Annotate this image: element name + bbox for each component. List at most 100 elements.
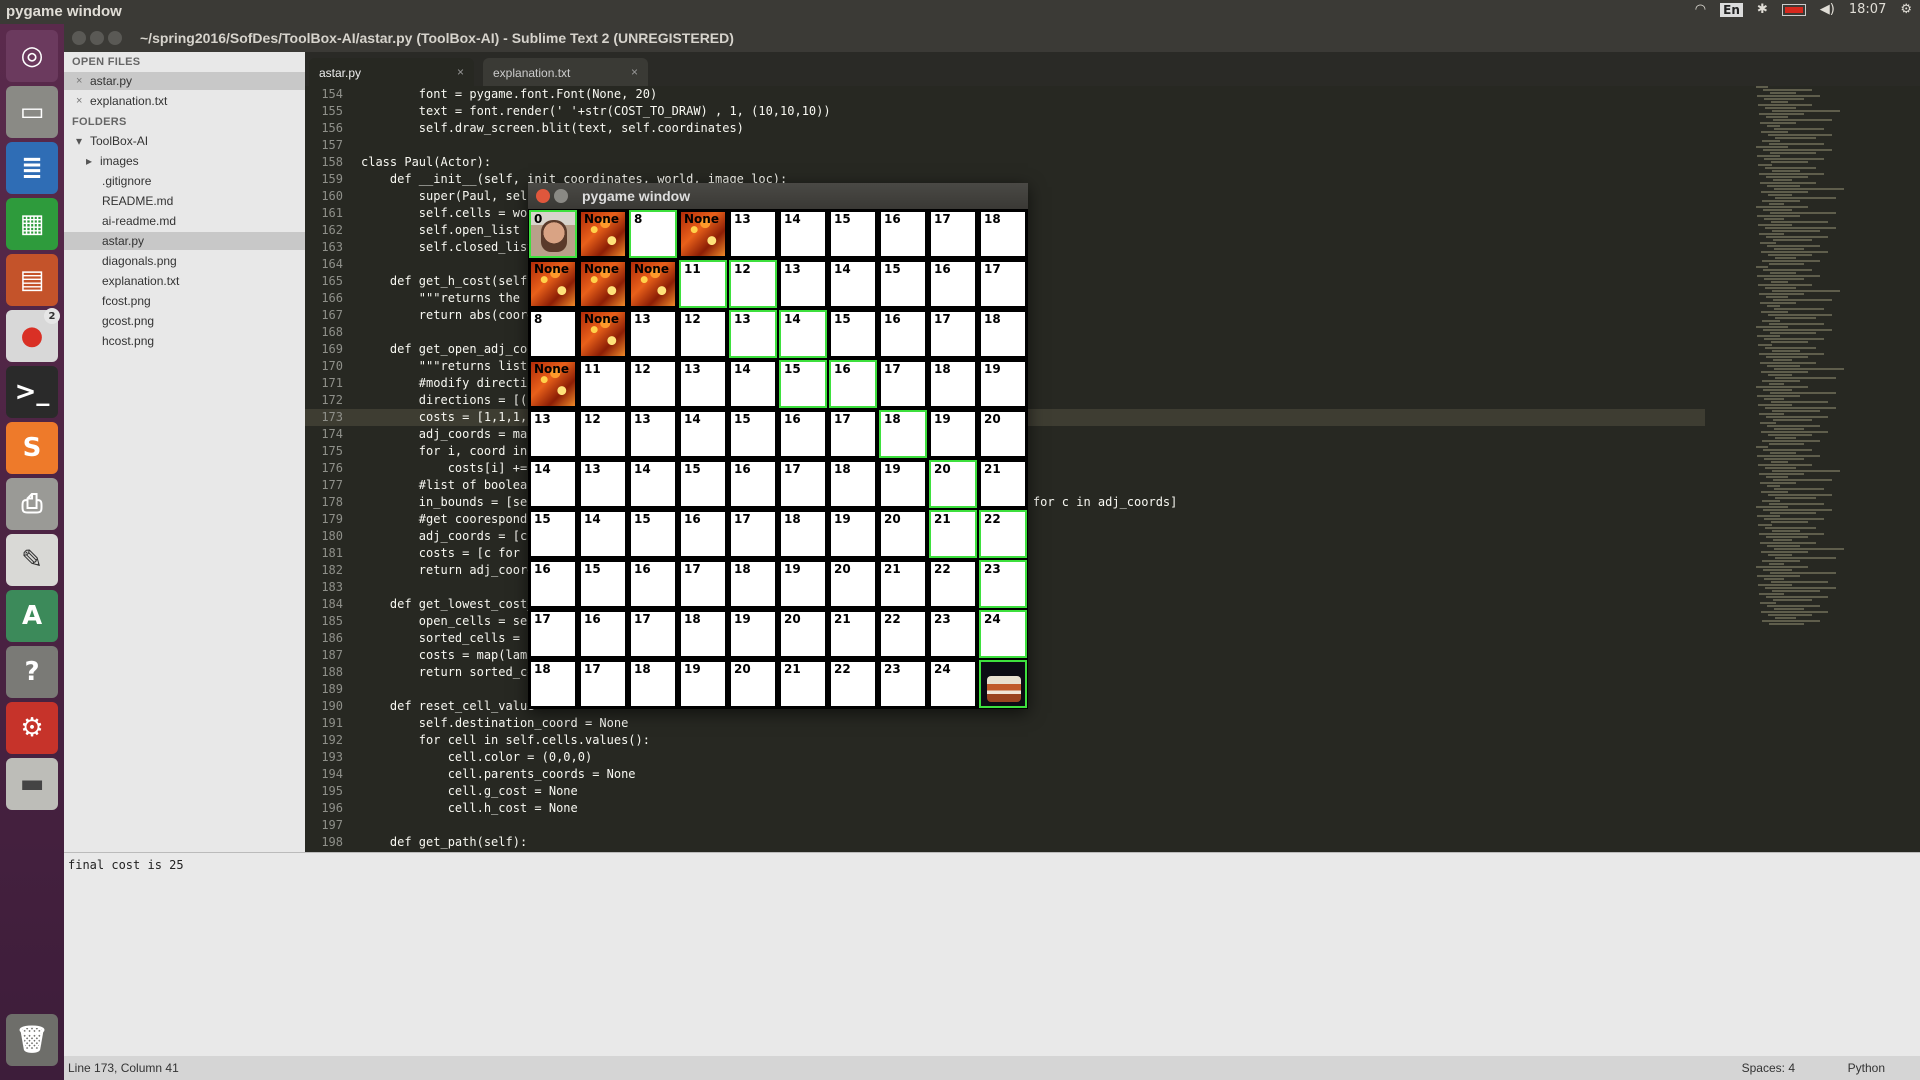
file-item[interactable]: README.md bbox=[64, 192, 305, 210]
code-line[interactable]: 169 def get_open_adj_coo bbox=[305, 341, 534, 358]
grid-cell[interactable]: 17 bbox=[729, 510, 777, 558]
code-line[interactable]: 193 cell.color = (0,0,0) bbox=[305, 749, 592, 766]
open-file-item[interactable]: × explanation.txt bbox=[64, 92, 305, 110]
code-line[interactable]: 174 adj_coords = map bbox=[305, 426, 534, 443]
clock[interactable]: 18:07 bbox=[1849, 2, 1886, 17]
code-line[interactable]: 158 class Paul(Actor): bbox=[305, 154, 491, 171]
text-editor-icon[interactable]: ✎ bbox=[6, 534, 58, 586]
grid-cell[interactable]: 15 bbox=[829, 210, 877, 258]
battery-icon[interactable] bbox=[1781, 3, 1806, 16]
grid-cell[interactable]: 18 bbox=[629, 660, 677, 708]
grid-cell[interactable]: 14 bbox=[679, 410, 727, 458]
ubuntu-dash-icon[interactable]: ◎ bbox=[6, 30, 58, 82]
grid-cell[interactable]: 14 bbox=[629, 460, 677, 508]
grid-cell[interactable]: 20 bbox=[779, 610, 827, 658]
open-file-item[interactable]: × astar.py bbox=[64, 72, 305, 90]
code-line[interactable]: 164 bbox=[305, 256, 361, 273]
grid-cell[interactable]: 8 bbox=[629, 210, 677, 258]
grid-cell[interactable]: 15 bbox=[679, 460, 727, 508]
grid-cell[interactable]: 12 bbox=[679, 310, 727, 358]
code-line[interactable]: 171 #modify directic bbox=[305, 375, 534, 392]
grid-cell[interactable]: 19 bbox=[929, 410, 977, 458]
folder-item-images[interactable]: ▸ images bbox=[64, 152, 305, 170]
grid-cell[interactable]: 8 bbox=[529, 310, 577, 358]
code-line[interactable]: 185 open_cells = sel bbox=[305, 613, 534, 630]
grid-cell[interactable]: 23 bbox=[979, 560, 1027, 608]
file-item[interactable]: ai-readme.md bbox=[64, 212, 305, 230]
grid-cell[interactable]: 17 bbox=[679, 560, 727, 608]
lava-cell[interactable]: None bbox=[679, 210, 727, 258]
bluetooth-icon[interactable]: ✱ bbox=[1757, 2, 1768, 17]
grid-cell[interactable]: 17 bbox=[879, 360, 927, 408]
code-line[interactable]: 189 bbox=[305, 681, 361, 698]
code-line[interactable]: 162 self.open_list bbox=[305, 222, 520, 239]
grid-cell[interactable]: 11 bbox=[679, 260, 727, 308]
code-line[interactable]: 198 def get_path(self): bbox=[305, 834, 527, 851]
trash-icon[interactable]: 🗑 bbox=[6, 1014, 58, 1066]
grid-cell[interactable]: 19 bbox=[729, 610, 777, 658]
lava-cell[interactable]: None bbox=[579, 310, 627, 358]
grid-cell[interactable]: 18 bbox=[729, 560, 777, 608]
code-line[interactable]: 165 def get_h_cost(self, bbox=[305, 273, 534, 290]
tab-close-icon[interactable]: × bbox=[457, 65, 464, 79]
code-line[interactable]: 188 return sorted_ce bbox=[305, 664, 534, 681]
grid-cell[interactable]: 17 bbox=[779, 460, 827, 508]
lava-cell[interactable]: None bbox=[529, 260, 577, 308]
file-manager-icon[interactable]: ▭ bbox=[6, 86, 58, 138]
grid-cell[interactable]: 18 bbox=[929, 360, 977, 408]
grid-cell[interactable]: 12 bbox=[579, 410, 627, 458]
code-line[interactable]: 179 #get coorespondi bbox=[305, 511, 534, 528]
grid-cell[interactable]: 20 bbox=[929, 460, 977, 508]
code-line[interactable]: 161 self.cells = wor bbox=[305, 205, 534, 222]
grid-cell[interactable]: 18 bbox=[979, 310, 1027, 358]
code-line[interactable]: 180 adj_coords = [c bbox=[305, 528, 527, 545]
code-line[interactable]: 187 costs = map(lamb bbox=[305, 647, 534, 664]
grid-cell[interactable]: 13 bbox=[629, 310, 677, 358]
settings-gear-icon[interactable]: ⚙ bbox=[1900, 2, 1912, 17]
grid-cell[interactable]: 19 bbox=[779, 560, 827, 608]
code-line[interactable]: 160 super(Paul, self bbox=[305, 188, 534, 205]
grid-cell[interactable]: 16 bbox=[679, 510, 727, 558]
grid-cell[interactable]: 12 bbox=[729, 260, 777, 308]
file-item[interactable]: .gitignore bbox=[64, 172, 305, 190]
impress-icon[interactable]: ▤ bbox=[6, 254, 58, 306]
grid-cell[interactable]: 16 bbox=[929, 260, 977, 308]
calc-icon[interactable]: ▦ bbox=[6, 198, 58, 250]
grid-cell[interactable]: 21 bbox=[829, 610, 877, 658]
close-window-icon[interactable] bbox=[72, 31, 86, 45]
disclosure-open-icon[interactable]: ▾ bbox=[76, 132, 82, 150]
grid-cell[interactable]: 17 bbox=[529, 610, 577, 658]
lava-cell[interactable]: None bbox=[629, 260, 677, 308]
code-line[interactable]: 191 self.destination_coord = None bbox=[305, 715, 628, 732]
disk-drive-icon[interactable]: ▬ bbox=[6, 758, 58, 810]
grid-cell[interactable]: 15 bbox=[829, 310, 877, 358]
close-window-icon[interactable] bbox=[536, 189, 550, 203]
grid-cell[interactable]: 16 bbox=[529, 560, 577, 608]
code-line[interactable]: 195 cell.g_cost = None bbox=[305, 783, 577, 800]
lava-cell[interactable]: None bbox=[579, 210, 627, 258]
volume-icon[interactable]: ◀) bbox=[1820, 2, 1835, 17]
grid-cell[interactable]: 15 bbox=[729, 410, 777, 458]
grid-cell[interactable]: 17 bbox=[579, 660, 627, 708]
close-file-icon[interactable]: × bbox=[76, 92, 82, 110]
code-line[interactable]: 166 """returns the h bbox=[305, 290, 534, 307]
grid-cell[interactable]: 13 bbox=[729, 210, 777, 258]
pygame-title-bar[interactable]: pygame window bbox=[528, 183, 1028, 209]
file-item[interactable]: hcost.png bbox=[64, 332, 305, 350]
grid-cell[interactable]: 23 bbox=[929, 610, 977, 658]
file-item[interactable]: gcost.png bbox=[64, 312, 305, 330]
maximize-window-icon[interactable] bbox=[108, 31, 122, 45]
code-line[interactable]: 168 bbox=[305, 324, 361, 341]
goal-cell[interactable] bbox=[979, 660, 1027, 708]
file-item[interactable]: fcost.png bbox=[64, 292, 305, 310]
code-line[interactable]: 157 bbox=[305, 137, 361, 154]
grid-cell[interactable]: 23 bbox=[879, 660, 927, 708]
grid-cell[interactable]: 18 bbox=[829, 460, 877, 508]
grid-cell[interactable]: 13 bbox=[529, 410, 577, 458]
close-file-icon[interactable]: × bbox=[76, 72, 82, 90]
build-output-panel[interactable]: final cost is 25 bbox=[64, 852, 1920, 1056]
grid-cell[interactable]: 21 bbox=[879, 560, 927, 608]
help-icon[interactable]: ? bbox=[6, 646, 58, 698]
minimap[interactable] bbox=[1752, 86, 1902, 626]
syntax-selector[interactable]: Python bbox=[1848, 1061, 1885, 1075]
